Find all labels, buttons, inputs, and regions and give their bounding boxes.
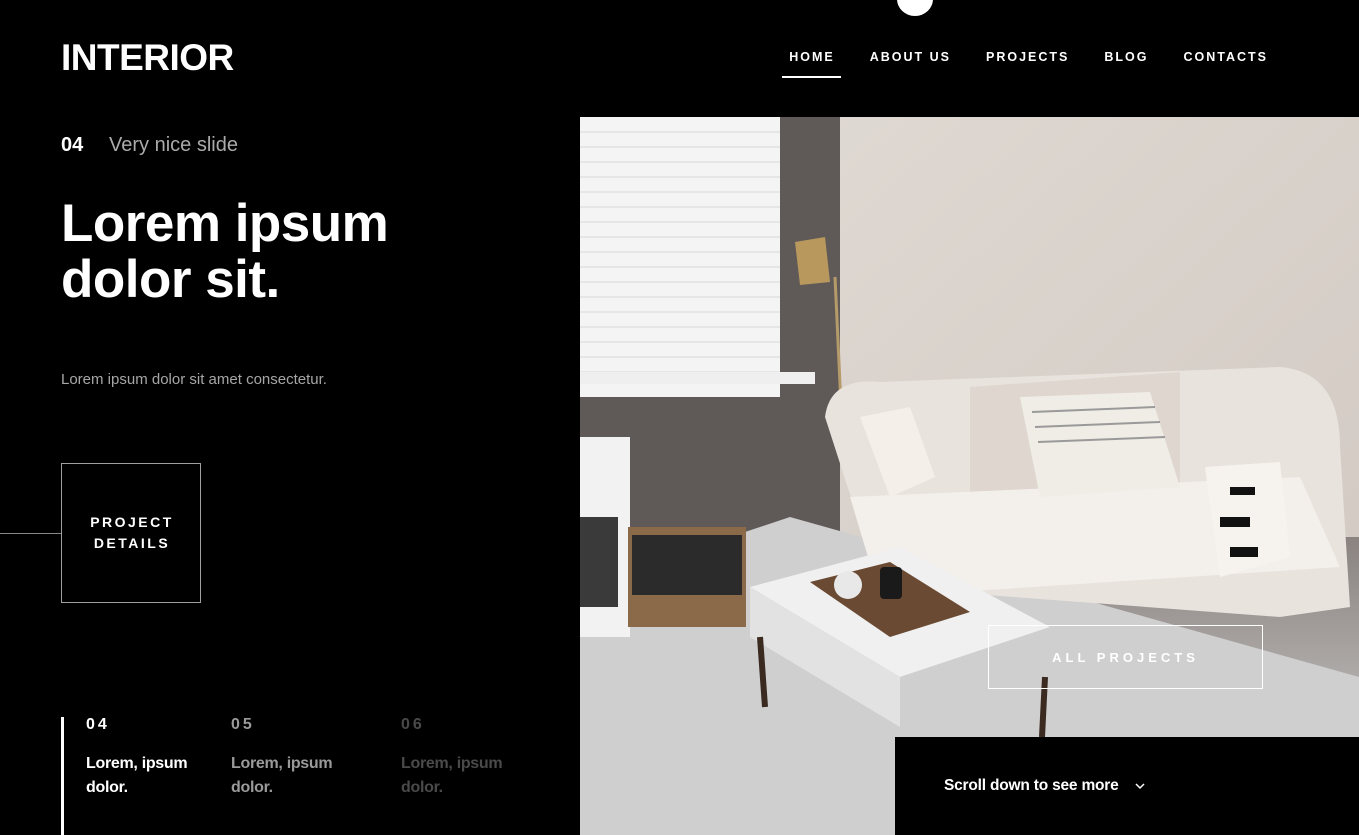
thumbnail-title: Lorem, ipsum dolor. xyxy=(86,755,188,796)
cursor-dot xyxy=(897,0,933,16)
slide-number: 04 xyxy=(61,134,84,156)
nav-home[interactable]: HOME xyxy=(771,49,852,79)
nav-blog[interactable]: BLOG xyxy=(1086,49,1165,79)
chevron-down-icon xyxy=(1135,783,1145,790)
main-nav: HOME ABOUT US PROJECTS BLOG CONTACTS xyxy=(771,49,1285,79)
nav-about-us[interactable]: ABOUT US xyxy=(852,49,968,79)
hero-headline: Lorem ipsum dolor sit. xyxy=(61,194,389,309)
thumbnail-active-indicator xyxy=(61,717,64,835)
project-details-button[interactable]: PROJECT DETAILS xyxy=(61,463,201,603)
thumbnail-title: Lorem, ipsum dolor. xyxy=(401,755,503,796)
all-projects-button[interactable]: ALL PROJECTS xyxy=(988,625,1263,689)
scroll-hint-label: Scroll down to see more xyxy=(944,777,1119,794)
slide-thumbnail-06[interactable]: 06 Lorem, ipsum dolor. xyxy=(401,716,521,800)
slide-meta: 04 Very nice slide xyxy=(61,134,238,157)
nav-projects[interactable]: PROJECTS xyxy=(968,49,1086,79)
thumbnail-title: Lorem, ipsum dolor. xyxy=(231,755,333,796)
slide-thumbnail-04[interactable]: 04 Lorem, ipsum dolor. xyxy=(86,716,206,800)
slide-subtitle: Very nice slide xyxy=(109,134,238,156)
living-room-illustration xyxy=(580,117,1359,835)
thumbnail-number: 05 xyxy=(231,716,255,733)
scroll-down-hint[interactable]: Scroll down to see more xyxy=(895,737,1359,835)
thumbnail-number: 06 xyxy=(401,716,425,733)
site-logo[interactable]: INTERIOR xyxy=(61,36,234,80)
hero-lead-text: Lorem ipsum dolor sit amet consectetur. xyxy=(61,371,327,388)
slide-thumbnail-05[interactable]: 05 Lorem, ipsum dolor. xyxy=(231,716,351,800)
nav-contacts[interactable]: CONTACTS xyxy=(1165,49,1285,79)
thumbnail-number: 04 xyxy=(86,716,110,733)
divider-line xyxy=(0,533,62,534)
hero-photo-living-room xyxy=(580,117,1359,835)
project-details-label: PROJECT DETAILS xyxy=(90,514,174,551)
